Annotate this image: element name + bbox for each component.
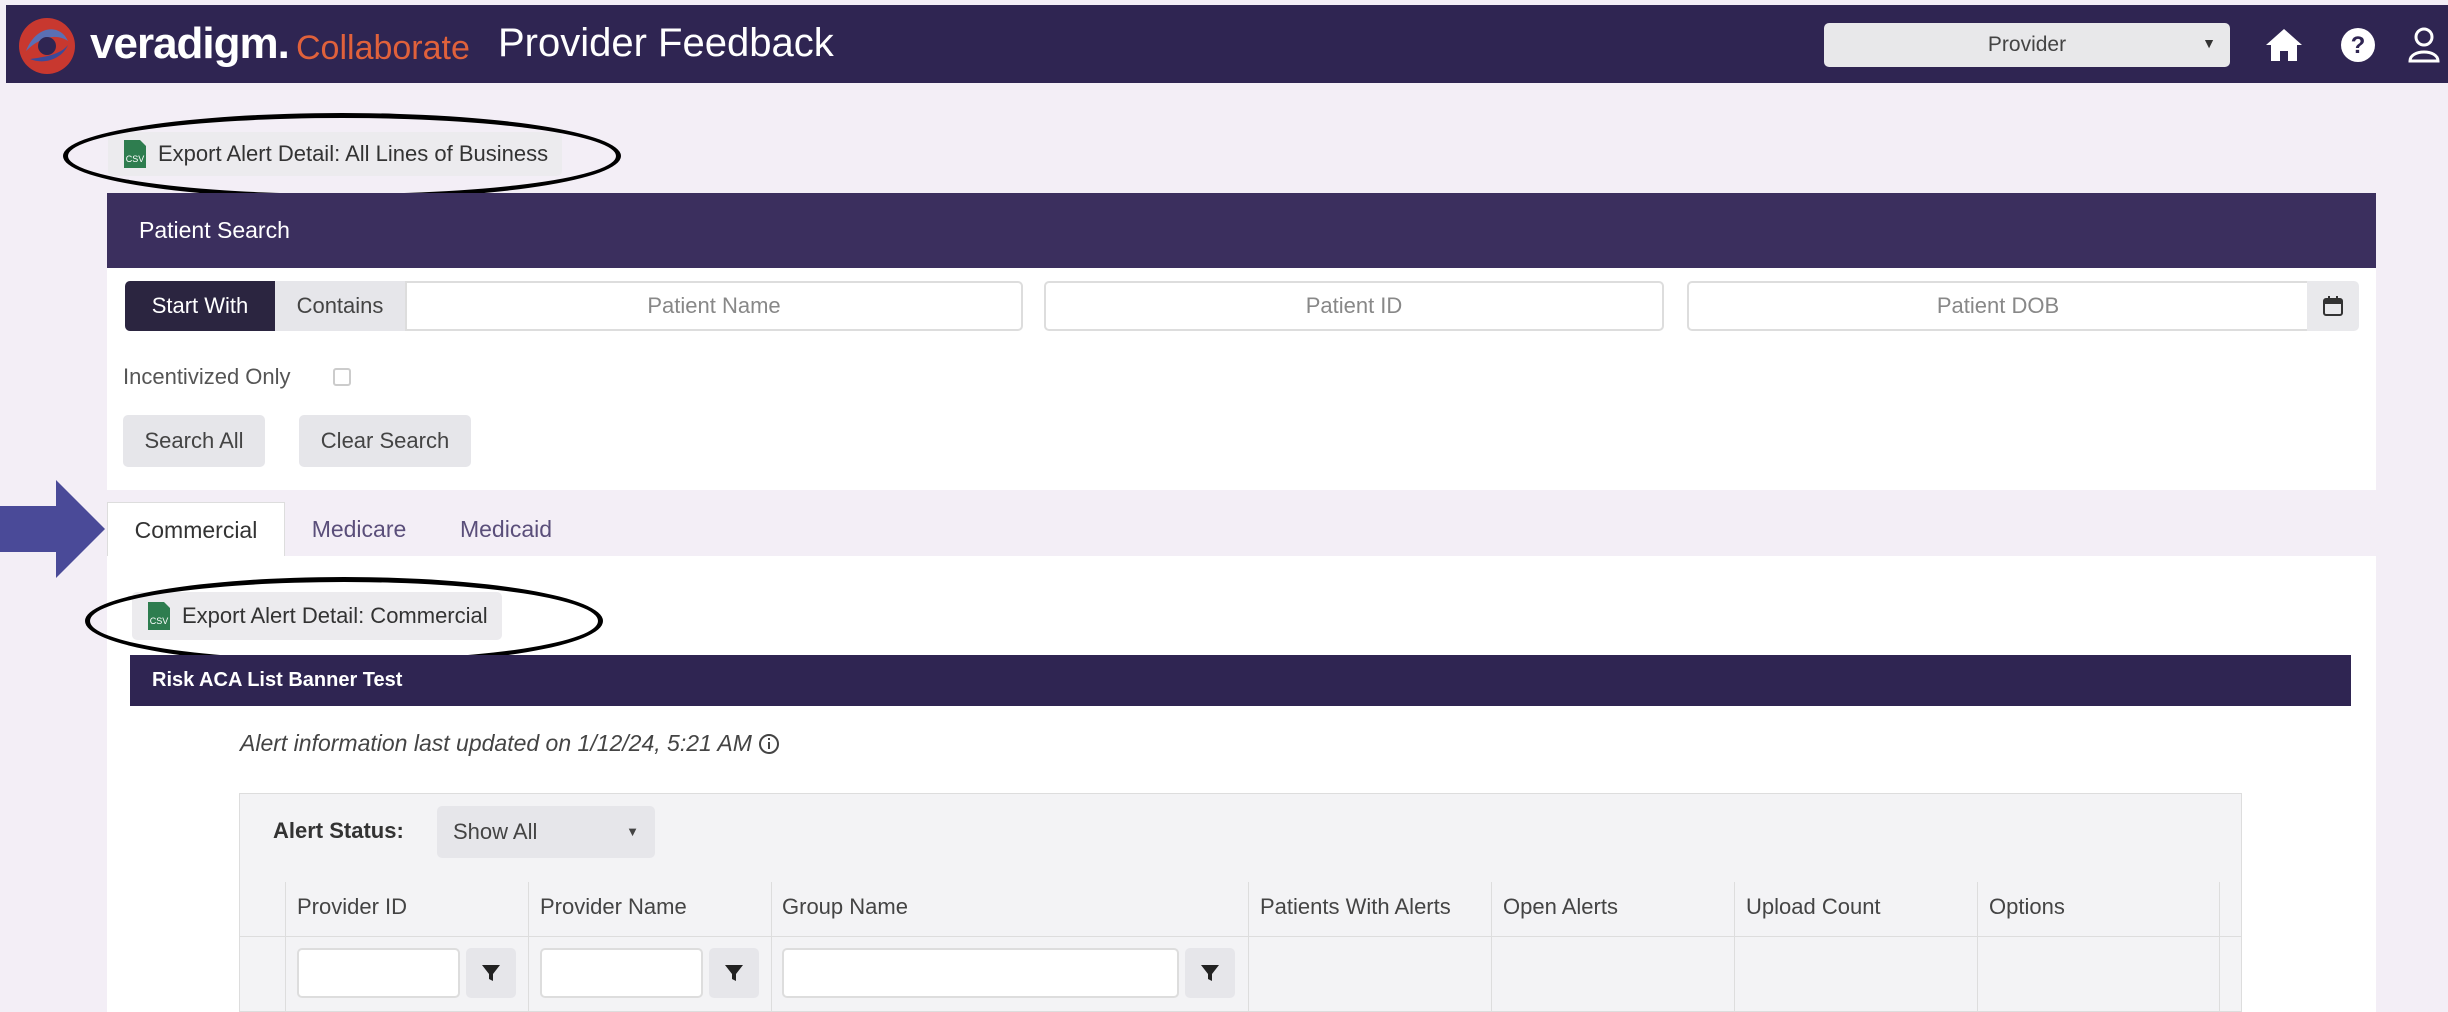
patient-dob-placeholder: Patient DOB [1936, 293, 2060, 318]
brand-subtitle: Collaborate [296, 29, 470, 67]
help-icon[interactable]: ? [2336, 23, 2380, 67]
col-open-alerts[interactable]: Open Alerts [1503, 894, 1618, 920]
col-group-name[interactable]: Group Name [782, 894, 908, 920]
role-select[interactable]: Provider ▼ [1824, 23, 2230, 67]
veradigm-logo-icon [19, 18, 75, 74]
tab-medicaid[interactable]: Medicaid [446, 502, 566, 556]
start-with-toggle[interactable]: Start With [125, 281, 275, 331]
start-with-label: Start With [151, 293, 249, 318]
home-icon[interactable] [2262, 23, 2306, 67]
tab-commercial-label: Commercial [134, 516, 258, 543]
highlight-oval [63, 113, 621, 199]
tab-medicare[interactable]: Medicare [292, 502, 426, 556]
patient-name-placeholder: Patient Name [647, 293, 781, 318]
header-divider [240, 936, 2241, 937]
patient-search-panel: Patient Search Start With Contains Patie… [107, 193, 2376, 490]
contains-label: Contains [296, 293, 384, 318]
brand-name: veradigm. [90, 19, 290, 68]
col-upload-count[interactable]: Upload Count [1746, 894, 1881, 920]
chevron-down-icon: ▼ [626, 824, 639, 839]
last-updated-text: Alert information last updated on 1/12/2… [240, 730, 752, 756]
group-name-filter-input[interactable] [782, 948, 1179, 998]
top-bar: veradigm. Collaborate Provider Feedback … [6, 5, 2448, 83]
col-patients-with-alerts[interactable]: Patients With Alerts [1260, 894, 1451, 920]
filter-icon [725, 965, 743, 981]
pointer-arrow-icon [0, 480, 105, 578]
provider-name-filter-button[interactable] [709, 948, 759, 998]
patient-id-input[interactable]: Patient ID [1044, 281, 1664, 331]
panel-title: Patient Search [107, 193, 2376, 268]
patient-id-placeholder: Patient ID [1305, 293, 1403, 318]
incentivized-checkbox[interactable] [333, 368, 351, 386]
list-banner: Risk ACA List Banner Test [130, 655, 2351, 706]
alert-status-label: Alert Status: [273, 818, 404, 843]
last-updated: Alert information last updated on 1/12/2… [240, 730, 780, 757]
calendar-icon [2323, 296, 2343, 316]
svg-text:?: ? [2351, 32, 2366, 59]
patient-dob-input[interactable]: Patient DOB [1687, 281, 2309, 331]
filter-icon [482, 965, 500, 981]
alert-status-select[interactable]: Show All ▼ [437, 806, 655, 858]
provider-name-filter-input[interactable] [540, 948, 703, 998]
provider-id-filter-input[interactable] [297, 948, 460, 998]
tab-commercial[interactable]: Commercial [107, 502, 285, 557]
role-select-value: Provider [1987, 33, 2067, 56]
search-all-button[interactable]: Search All [123, 415, 265, 467]
col-options: Options [1989, 894, 2065, 919]
group-name-filter-button[interactable] [1185, 948, 1235, 998]
provider-id-filter-button[interactable] [466, 948, 516, 998]
app-title: Provider Feedback [498, 21, 834, 65]
patient-name-input[interactable]: Patient Name [405, 281, 1023, 331]
user-icon[interactable] [2402, 23, 2446, 67]
highlight-oval [85, 577, 603, 665]
search-all-label: Search All [144, 428, 244, 453]
filter-icon [1201, 965, 1219, 981]
tab-medicaid-label: Medicaid [459, 515, 553, 542]
calendar-button[interactable] [2307, 281, 2359, 331]
col-provider-id[interactable]: Provider ID [297, 894, 407, 920]
col-provider-name[interactable]: Provider Name [540, 894, 687, 920]
contains-toggle[interactable]: Contains [275, 281, 405, 331]
clear-search-button[interactable]: Clear Search [299, 415, 471, 467]
incentivized-label: Incentivized Only [123, 364, 291, 389]
info-icon[interactable] [758, 733, 780, 755]
alert-status-value: Show All [453, 819, 538, 844]
chevron-down-icon: ▼ [2202, 35, 2216, 51]
tab-medicare-label: Medicare [311, 515, 407, 542]
clear-search-label: Clear Search [320, 428, 450, 453]
